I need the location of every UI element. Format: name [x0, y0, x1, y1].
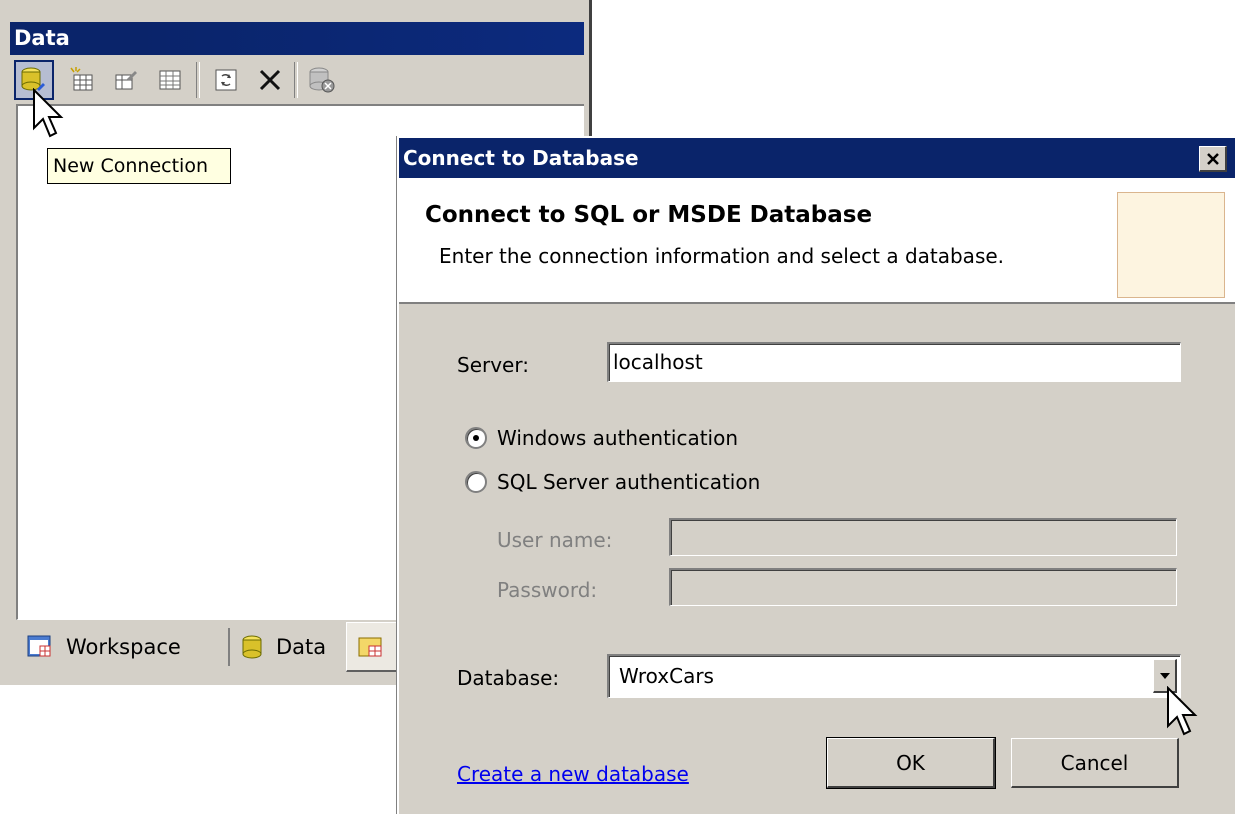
database-label: Database: [457, 666, 560, 690]
dialog-title: Connect to Database [399, 138, 1235, 178]
dialog-header-image [1117, 192, 1225, 298]
new-connection-button[interactable] [14, 60, 54, 100]
tab-data-label: Data [276, 635, 327, 659]
delete-button[interactable] [250, 60, 290, 100]
new-table-button[interactable] [62, 60, 102, 100]
radio-button [465, 471, 487, 493]
refresh-icon [215, 69, 237, 91]
tab-workspace[interactable]: Workspace [16, 622, 224, 672]
workspace-icon [27, 635, 51, 657]
database-new-icon [21, 67, 45, 91]
ok-button[interactable]: OK [826, 737, 996, 789]
radio-button-selected [465, 427, 487, 449]
server-label: Server: [457, 353, 529, 377]
edit-button[interactable] [106, 60, 146, 100]
tab-data[interactable]: Data [230, 622, 346, 672]
database-select[interactable]: WroxCars [607, 654, 1181, 698]
windows-auth-radio[interactable]: Windows authentication [465, 426, 738, 450]
tab-components[interactable] [346, 622, 400, 672]
dialog-heading: Connect to SQL or MSDE Database [425, 202, 873, 228]
data-panel-title: Data [10, 22, 584, 55]
dialog-subheading: Enter the connection information and sel… [439, 244, 1005, 268]
chevron-down-icon [1159, 672, 1170, 679]
database-disconnect-icon [309, 67, 335, 93]
data-panel-toolbar [10, 56, 584, 104]
new-connection-tooltip: New Connection [47, 148, 231, 184]
database-icon [242, 635, 262, 659]
username-label: User name: [497, 528, 613, 552]
username-field[interactable] [669, 518, 1177, 556]
close-x-icon [259, 69, 281, 91]
dialog-close-button[interactable] [1199, 146, 1227, 172]
tab-workspace-label: Workspace [66, 635, 181, 659]
dialog-header: Connect to SQL or MSDE Database Enter th… [399, 178, 1235, 304]
cancel-button[interactable]: Cancel [1011, 738, 1179, 788]
password-field[interactable] [669, 568, 1177, 606]
server-input[interactable]: localhost [607, 342, 1181, 382]
create-database-link[interactable]: Create a new database [457, 762, 689, 786]
refresh-button[interactable] [206, 60, 246, 100]
close-icon [1206, 152, 1219, 165]
edit-icon [115, 71, 137, 90]
components-icon [358, 637, 382, 656]
toolbar-separator [294, 62, 298, 98]
table-icon [159, 70, 181, 90]
database-select-value: WroxCars [619, 664, 714, 688]
disconnect-button[interactable] [302, 60, 342, 100]
table-button[interactable] [150, 60, 190, 100]
toolbar-separator [196, 62, 200, 98]
password-label: Password: [497, 578, 598, 602]
connect-to-database-dialog: Connect to Database Connect to SQL or MS… [397, 136, 1235, 814]
table-new-icon [70, 67, 93, 91]
sql-auth-label: SQL Server authentication [497, 470, 761, 494]
windows-auth-label: Windows authentication [497, 426, 739, 450]
sql-auth-radio[interactable]: SQL Server authentication [465, 470, 760, 494]
database-dropdown-button[interactable] [1153, 659, 1177, 693]
